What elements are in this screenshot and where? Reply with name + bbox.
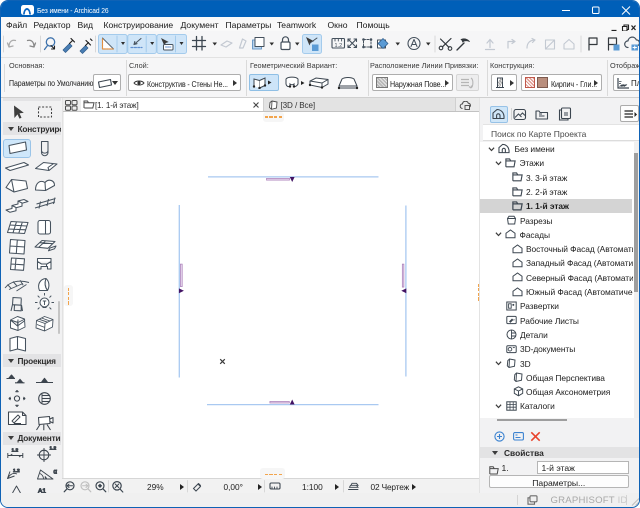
svg-text:α: α [54, 470, 58, 476]
svg-text:1.2: 1.2 [50, 446, 57, 452]
svg-text:1.2: 1.2 [12, 448, 19, 454]
svg-text:1.2: 1.2 [335, 43, 343, 49]
svg-text:1.2: 1.2 [13, 468, 20, 474]
